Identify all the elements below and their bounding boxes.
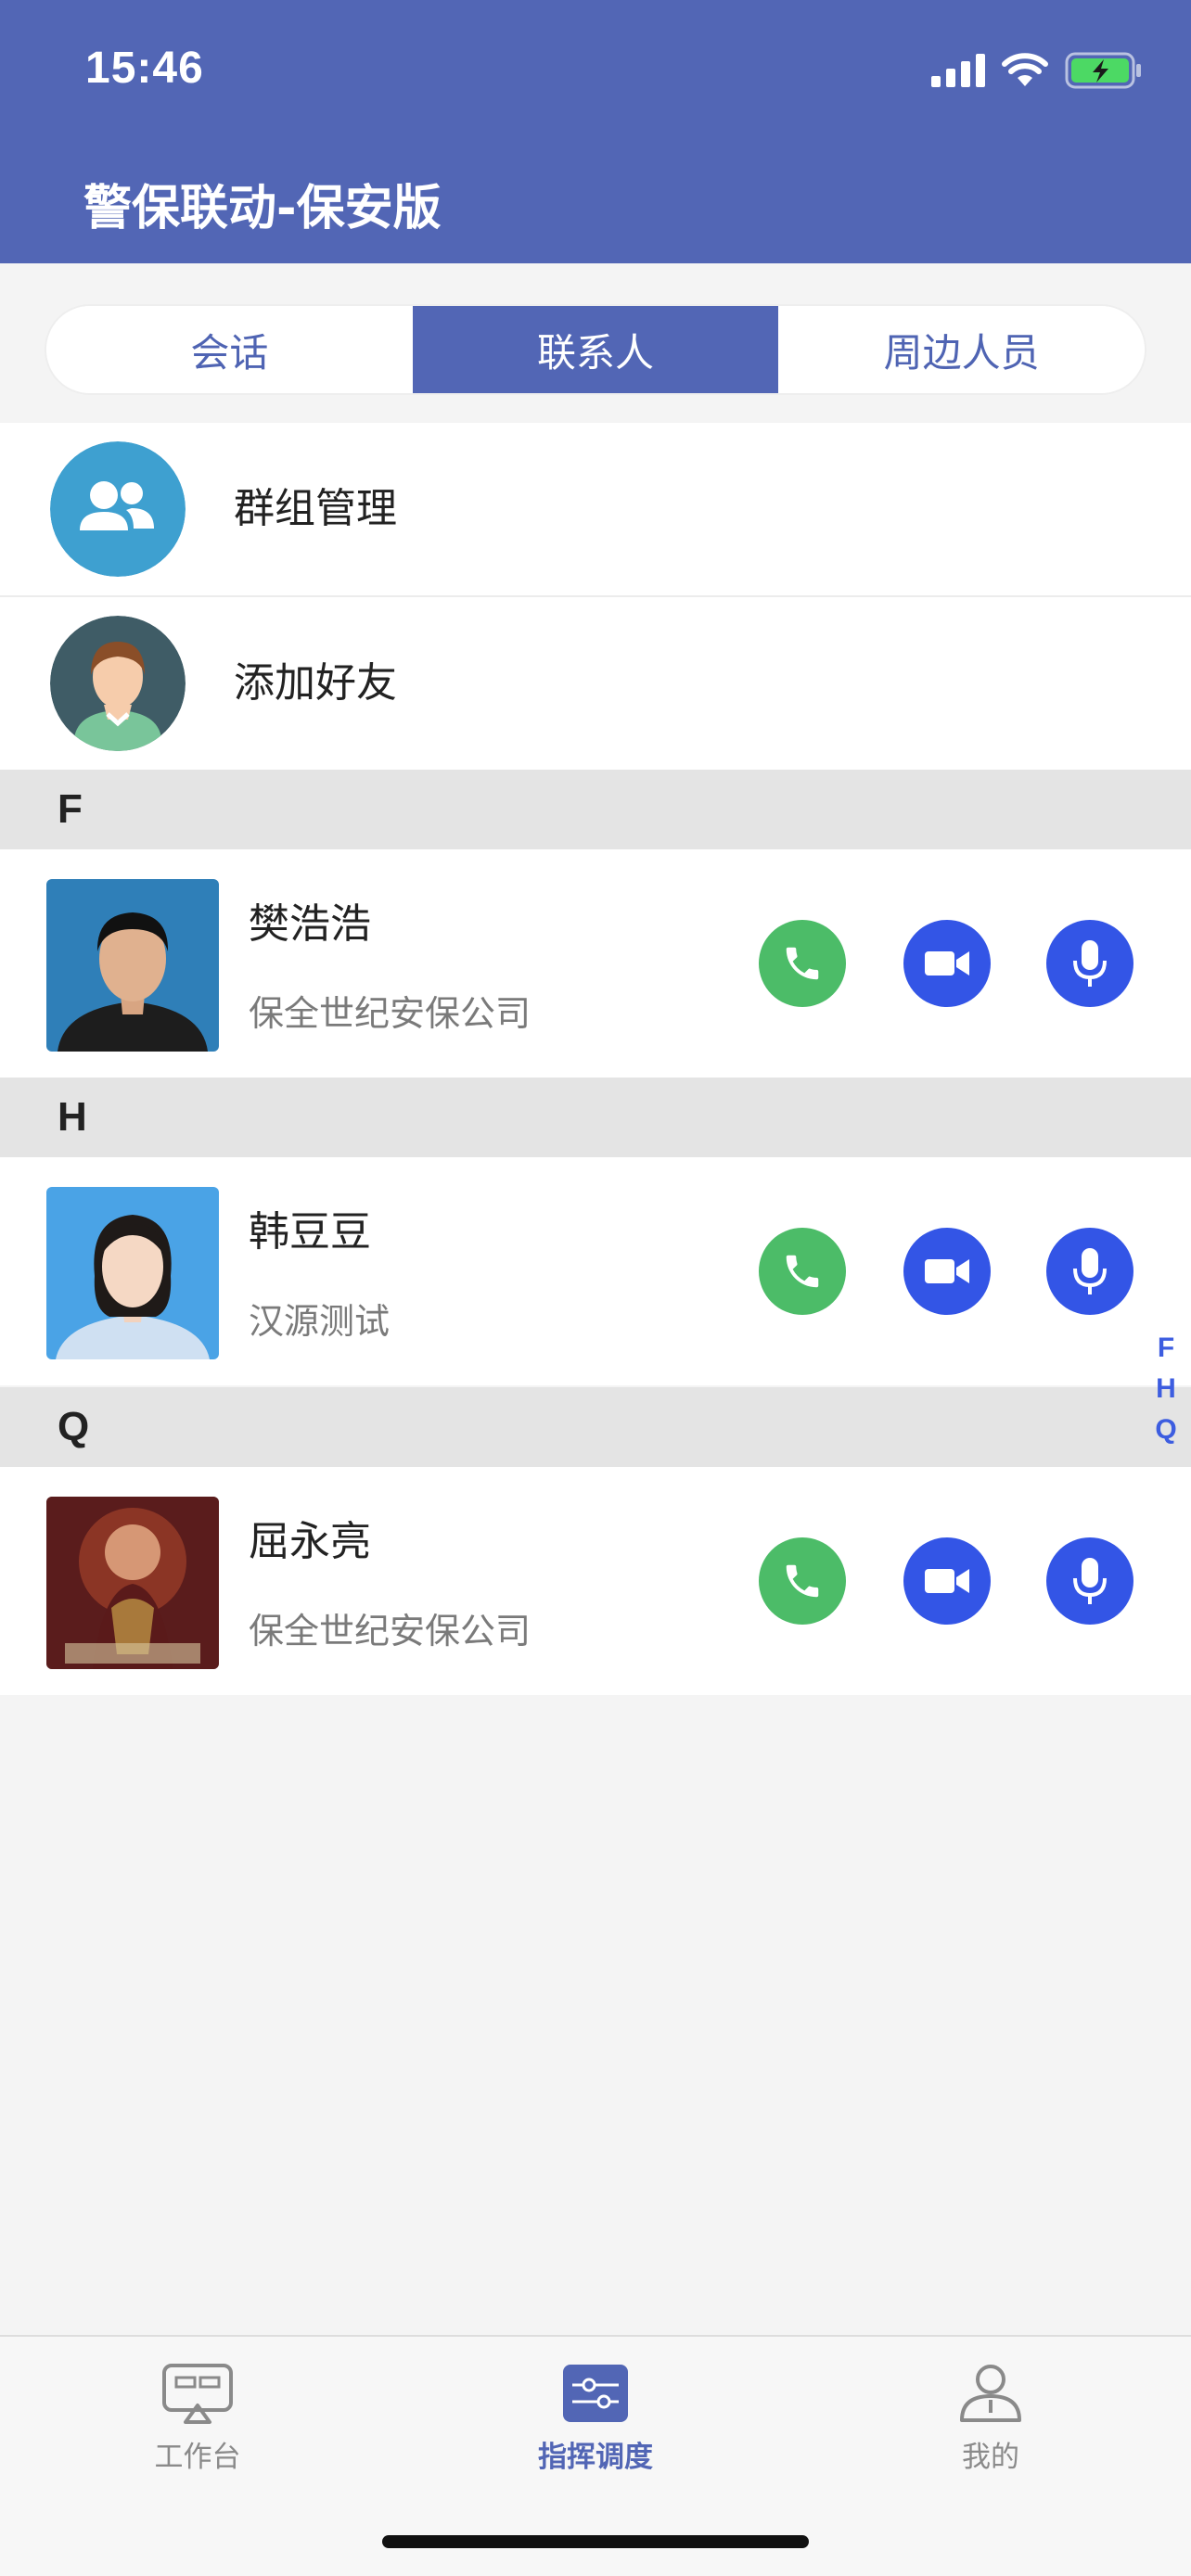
tab-conversations[interactable]: 会话 (46, 306, 413, 393)
section-header-f: F (0, 770, 1191, 849)
page-title: 警保联动-保安版 (83, 181, 442, 236)
video-call-button[interactable] (903, 1228, 991, 1315)
microphone-icon (1073, 1248, 1107, 1294)
voice-call-button[interactable] (759, 920, 846, 1007)
nav-profile[interactable]: 我的 (879, 2363, 1102, 2475)
contact-name: 韩豆豆 (249, 1208, 371, 1256)
avatar-icon (50, 616, 186, 751)
voice-call-button[interactable] (759, 1537, 846, 1625)
section-letter: Q (58, 1404, 90, 1449)
nav-profile-label: 我的 (962, 2441, 1019, 2474)
contact-org: 保全世纪安保公司 (249, 993, 531, 1034)
video-camera-icon (925, 1259, 969, 1283)
add-friend-row[interactable]: 添加好友 (0, 597, 1191, 770)
nav-dispatch[interactable]: 指挥调度 (484, 2363, 707, 2475)
voice-intercom-button[interactable] (1046, 1537, 1133, 1625)
wifi-icon (1002, 53, 1048, 86)
nav-workbench[interactable]: 工作台 (86, 2363, 309, 2475)
section-header-h: H (0, 1078, 1191, 1157)
cellular-signal-icon (931, 54, 985, 87)
video-camera-icon (925, 951, 969, 976)
status-time: 15:46 (85, 44, 204, 93)
profile-icon (960, 2365, 1021, 2422)
battery-charging-icon (1065, 52, 1141, 89)
segmented-tabs: 会话 联系人 周边人员 (46, 306, 1145, 393)
tab-nearby-people[interactable]: 周边人员 (778, 306, 1145, 393)
index-letter-h[interactable]: H (1156, 1369, 1176, 1409)
group-management-label: 群组管理 (234, 485, 397, 532)
phone-icon (786, 947, 819, 980)
video-call-button[interactable] (903, 1537, 991, 1625)
microphone-icon (1073, 940, 1107, 987)
contact-photo (46, 1187, 219, 1359)
phone-icon (786, 1564, 819, 1598)
section-letter: H (58, 1094, 87, 1140)
nav-dispatch-label: 指挥调度 (538, 2441, 653, 2474)
contact-row[interactable]: 屈永亮 保全世纪安保公司 (0, 1467, 1191, 1695)
contact-name: 樊浩浩 (249, 900, 371, 948)
workbench-icon (162, 2364, 233, 2424)
app-header: 15:46 警保联动-保安版 (0, 0, 1191, 263)
index-letter-q[interactable]: Q (1155, 1409, 1176, 1450)
contact-name: 屈永亮 (249, 1518, 371, 1565)
contact-photo (46, 879, 219, 1052)
status-icons (931, 48, 1143, 93)
microphone-icon (1073, 1558, 1107, 1604)
tab-contacts[interactable]: 联系人 (412, 306, 779, 393)
group-icon (50, 441, 186, 577)
contact-row[interactable]: 韩豆豆 汉源测试 (0, 1157, 1191, 1385)
home-indicator[interactable] (382, 2535, 809, 2548)
contact-org: 汉源测试 (249, 1301, 391, 1342)
index-letter-f[interactable]: F (1158, 1328, 1174, 1369)
voice-intercom-button[interactable] (1046, 920, 1133, 1007)
voice-call-button[interactable] (759, 1228, 846, 1315)
alphabet-index: F H Q (1152, 1328, 1180, 1450)
dispatch-icon (563, 2365, 628, 2422)
video-camera-icon (925, 1569, 969, 1593)
section-letter: F (58, 786, 83, 832)
section-header-q: Q (0, 1387, 1191, 1467)
phone-icon (786, 1255, 819, 1288)
contact-org: 保全世纪安保公司 (249, 1611, 531, 1651)
voice-intercom-button[interactable] (1046, 1228, 1133, 1315)
video-call-button[interactable] (903, 920, 991, 1007)
add-friend-label: 添加好友 (234, 659, 397, 707)
contact-photo (46, 1497, 219, 1669)
nav-workbench-label: 工作台 (154, 2441, 241, 2474)
group-management-row[interactable]: 群组管理 (0, 423, 1191, 595)
contact-row[interactable]: 樊浩浩 保全世纪安保公司 (0, 849, 1191, 1078)
